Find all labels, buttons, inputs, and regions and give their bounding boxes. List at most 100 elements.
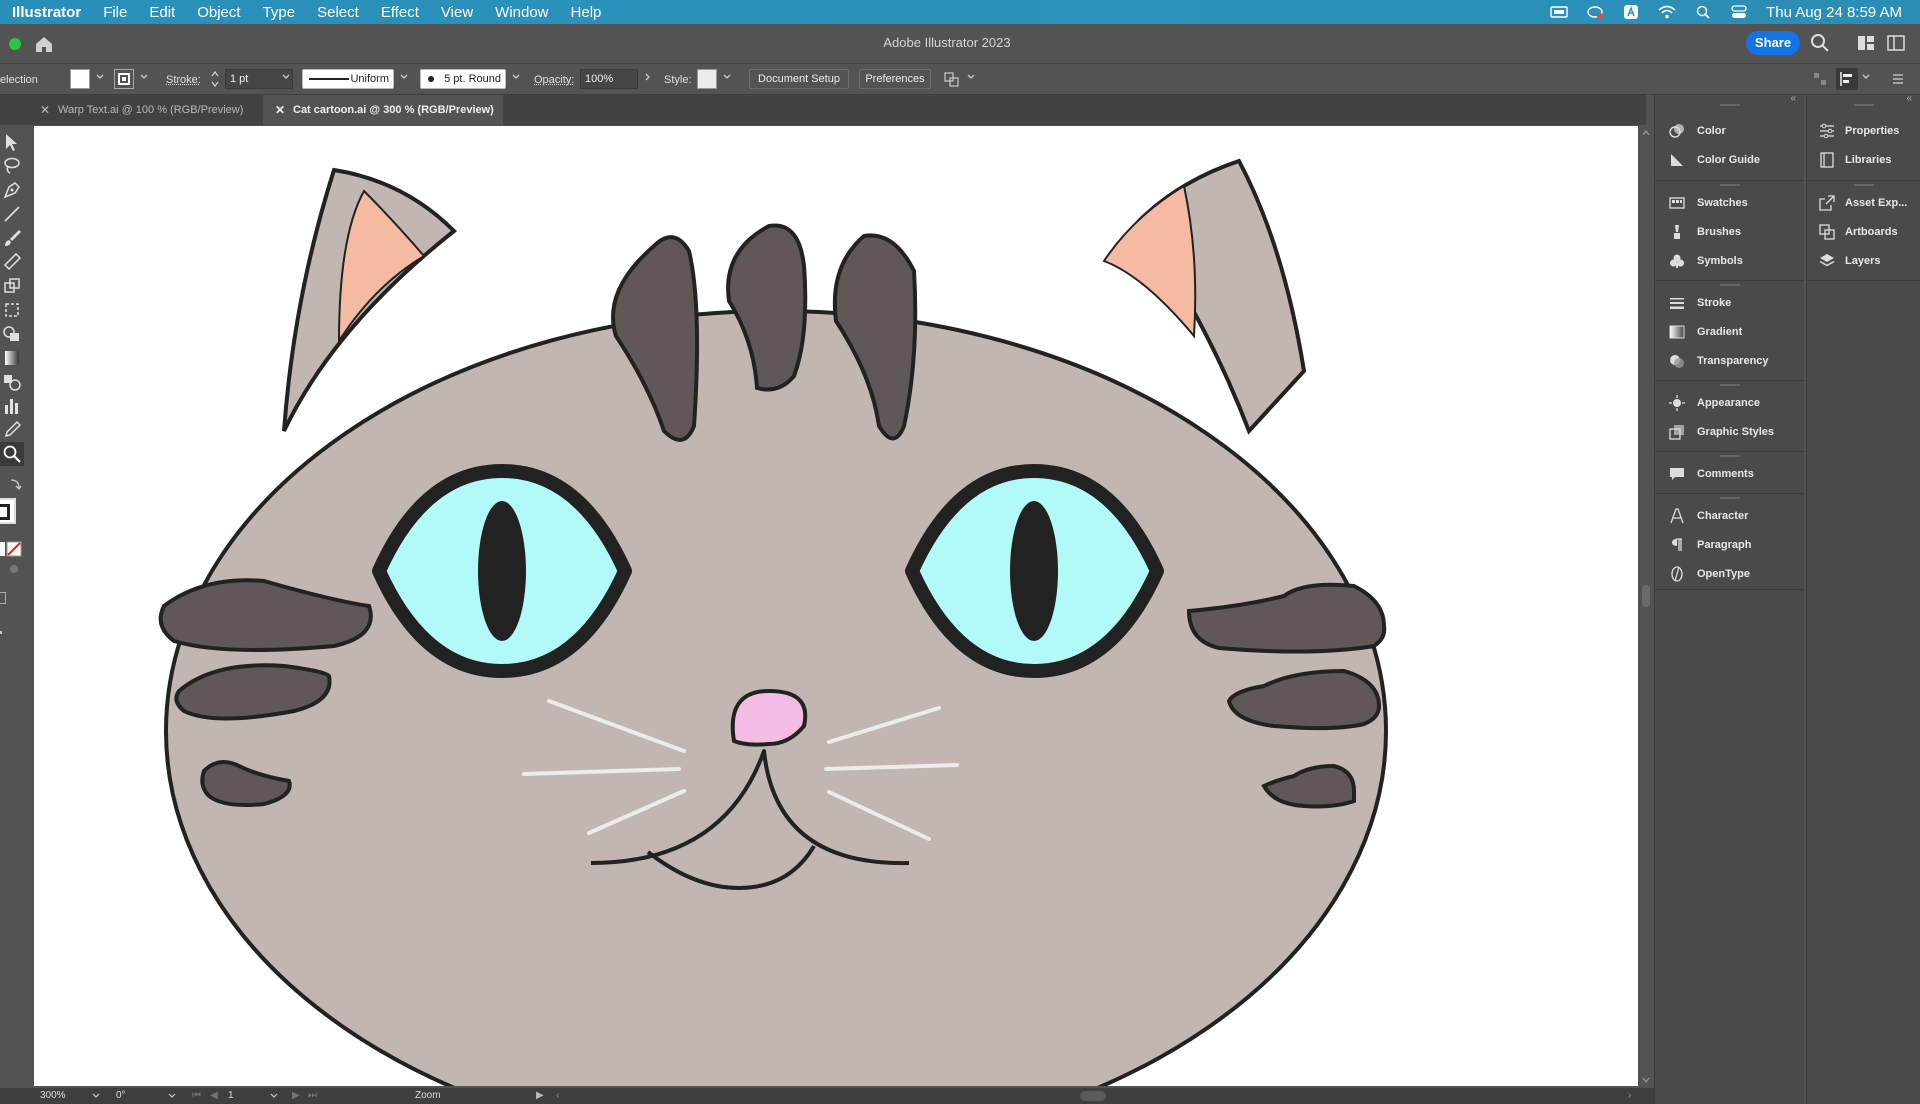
- draw-mode-icon[interactable]: [10, 565, 18, 573]
- chevron-down-icon[interactable]: [270, 1092, 278, 1100]
- opacity-input[interactable]: 100%: [580, 69, 638, 89]
- swap-fill-stroke-icon[interactable]: [8, 477, 22, 491]
- panel-layers[interactable]: Layers: [1807, 249, 1920, 273]
- scroll-left-icon[interactable]: ‹: [556, 1090, 559, 1101]
- panel-character[interactable]: Character: [1655, 504, 1804, 528]
- control-center-icon[interactable]: [1730, 5, 1748, 19]
- panel-appearance[interactable]: Appearance: [1655, 391, 1804, 415]
- chevron-down-icon[interactable]: [140, 73, 148, 81]
- line-tool-icon[interactable]: [2, 204, 22, 224]
- panel-group-grip[interactable]: [1719, 455, 1740, 457]
- panel-transparency[interactable]: Transparency: [1655, 349, 1804, 373]
- panel-color-guide[interactable]: Color Guide: [1655, 148, 1804, 172]
- artboard[interactable]: [34, 126, 1638, 1086]
- screen-mirroring-icon[interactable]: [1550, 5, 1568, 19]
- panel-gradient[interactable]: Gradient: [1655, 320, 1804, 344]
- panel-graphic-styles[interactable]: Graphic Styles: [1655, 420, 1804, 444]
- chevron-down-icon[interactable]: [168, 1092, 176, 1100]
- cat-nose[interactable]: [730, 688, 808, 747]
- home-icon[interactable]: [34, 34, 54, 54]
- rotation-field[interactable]: 0°: [116, 1090, 126, 1101]
- menu-type[interactable]: Type: [252, 4, 307, 21]
- zoom-level-field[interactable]: 300%: [40, 1090, 66, 1101]
- app-store-icon[interactable]: [1622, 5, 1640, 19]
- chevron-down-icon[interactable]: [1862, 73, 1870, 81]
- first-artboard-icon[interactable]: ⏮: [192, 1090, 201, 1101]
- panel-swatches[interactable]: Swatches: [1655, 191, 1804, 215]
- graph-tool-icon[interactable]: [2, 396, 22, 416]
- edit-toolbar-icon[interactable]: [0, 631, 2, 634]
- rotate-tool-icon[interactable]: [2, 276, 22, 296]
- color-mode-icon[interactable]: [0, 541, 6, 557]
- cat-right-pupil[interactable]: [1010, 501, 1058, 641]
- panel-color[interactable]: Color: [1655, 119, 1804, 143]
- panel-artboards[interactable]: Artboards: [1807, 220, 1920, 244]
- artboard-number-field[interactable]: 1: [228, 1090, 234, 1101]
- graphic-style-swatch[interactable]: [697, 69, 717, 89]
- panel-group-grip[interactable]: [1719, 184, 1740, 186]
- horizontal-scrollbar-thumb[interactable]: [1080, 1091, 1106, 1101]
- collapse-panels-icon[interactable]: «: [1790, 93, 1796, 104]
- menu-select[interactable]: Select: [306, 4, 370, 21]
- panel-group-grip[interactable]: [1719, 384, 1740, 386]
- wifi-icon[interactable]: [1658, 5, 1676, 19]
- align-panel-toggle[interactable]: [1836, 68, 1858, 90]
- app-menu[interactable]: Illustrator: [0, 4, 92, 21]
- variable-width-profile-select[interactable]: Uniform: [302, 69, 394, 89]
- previous-artboard-icon[interactable]: ◀: [210, 1090, 218, 1101]
- panel-asset-export[interactable]: Asset Exp...: [1807, 191, 1920, 215]
- chevron-down-icon[interactable]: [967, 73, 975, 81]
- pen-tool-icon[interactable]: [2, 180, 22, 200]
- gradient-tool-icon[interactable]: [2, 348, 22, 368]
- canvas-area[interactable]: [28, 125, 1638, 1088]
- eyedropper-tool-icon[interactable]: [2, 420, 22, 440]
- shape-builder-tool-icon[interactable]: [2, 324, 22, 344]
- panel-properties[interactable]: Properties: [1807, 119, 1920, 143]
- chevron-down-icon[interactable]: [92, 1092, 100, 1100]
- chevron-down-icon[interactable]: [512, 73, 520, 81]
- preferences-button[interactable]: Preferences: [859, 69, 931, 89]
- none-color-icon[interactable]: [6, 541, 22, 557]
- panel-opentype[interactable]: OpenType: [1655, 562, 1804, 586]
- blend-tool-icon[interactable]: [2, 372, 22, 392]
- panel-symbols[interactable]: Symbols: [1655, 249, 1804, 273]
- menubar-clock[interactable]: Thu Aug 24 8:59 AM: [1766, 4, 1902, 21]
- search-icon[interactable]: [1810, 33, 1830, 53]
- eraser-tool-icon[interactable]: [2, 252, 22, 272]
- stroke-swatch[interactable]: [114, 69, 134, 89]
- chevron-down-icon[interactable]: [96, 73, 104, 81]
- fill-swatch[interactable]: [70, 69, 90, 89]
- opacity-label[interactable]: Opacity:: [534, 71, 574, 89]
- panel-group-grip[interactable]: [1719, 497, 1740, 499]
- panel-libraries[interactable]: Libraries: [1807, 148, 1920, 172]
- panel-group-grip[interactable]: [1853, 104, 1874, 106]
- stroke-weight-stepper-icon[interactable]: [211, 70, 219, 88]
- panel-stroke[interactable]: Stroke: [1655, 291, 1804, 315]
- close-icon[interactable]: ✕: [40, 95, 50, 125]
- scroll-right-icon[interactable]: ›: [1628, 1090, 1631, 1101]
- chevron-up-icon[interactable]: [1642, 129, 1650, 137]
- chevron-down-icon[interactable]: [723, 73, 731, 81]
- document-setup-button[interactable]: Document Setup: [749, 69, 849, 89]
- spotlight-search-icon[interactable]: [1694, 5, 1712, 19]
- scrollbar-thumb[interactable]: [1642, 585, 1650, 607]
- panel-menu-icon[interactable]: [1890, 71, 1906, 87]
- window-zoom-button[interactable]: [9, 38, 21, 50]
- creative-cloud-icon[interactable]: [1586, 5, 1604, 19]
- vertical-scrollbar[interactable]: [1638, 125, 1654, 1088]
- panel-group-grip[interactable]: [1719, 104, 1740, 106]
- close-icon[interactable]: ✕: [275, 95, 285, 125]
- chevron-down-icon[interactable]: [282, 73, 290, 81]
- chevron-right-icon[interactable]: [644, 73, 652, 81]
- share-button[interactable]: Share: [1746, 31, 1800, 55]
- chevron-down-icon[interactable]: [1642, 1076, 1650, 1084]
- selection-tool-icon[interactable]: [2, 132, 22, 152]
- panel-paragraph[interactable]: Paragraph: [1655, 533, 1804, 557]
- lasso-tool-icon[interactable]: [2, 156, 22, 176]
- stroke-label[interactable]: Stroke:: [166, 71, 201, 89]
- menu-effect[interactable]: Effect: [370, 4, 430, 21]
- panel-comments[interactable]: Comments: [1655, 462, 1804, 486]
- stroke-indicator[interactable]: [0, 504, 10, 520]
- menu-file[interactable]: File: [92, 4, 138, 21]
- free-transform-tool-icon[interactable]: [2, 300, 22, 320]
